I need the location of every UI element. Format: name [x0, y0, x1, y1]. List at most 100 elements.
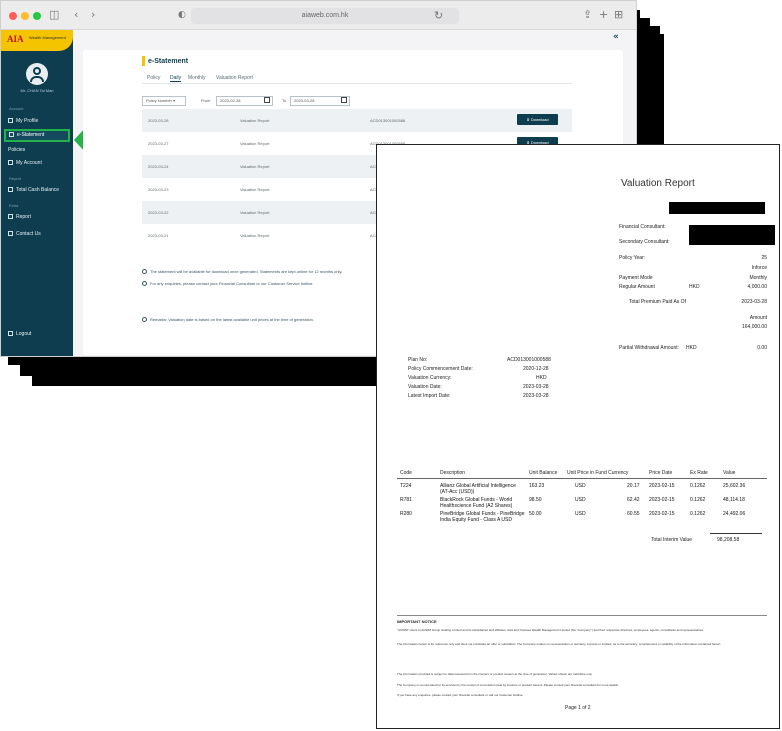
row-date: 2023-03-27 — [148, 141, 169, 146]
sidebar-item-label: Total Cash Balance — [16, 187, 60, 193]
policy-select[interactable]: Policy Number ▾ — [142, 96, 186, 106]
info-icon — [142, 317, 147, 323]
doc-payment-mode-label: Payment Mode — [619, 275, 653, 281]
collapse-icon[interactable]: « — [613, 32, 619, 42]
tab-valuation-report[interactable]: Valuation Report — [216, 75, 253, 81]
doc-plan-no-label: Plan No: — [408, 357, 428, 363]
logout-label: Logout — [16, 331, 32, 337]
user-name: Mr. CHAN Tai Man — [20, 88, 54, 93]
doc-consultant-label: Financial Consultant: — [619, 224, 666, 230]
policy-select-value: Policy Number — [146, 98, 173, 103]
back-arrow-icon[interactable]: ‹ — [74, 8, 78, 21]
sidebar-section-extra: Extra — [9, 203, 19, 208]
doc-commencement: 2020-12-28 — [523, 366, 549, 372]
page-number: Page 1 of 2 — [565, 705, 591, 711]
cell-code: R280 — [400, 511, 412, 517]
cell-value: 24,492.06 — [723, 511, 746, 517]
row-type: Valuation Report — [240, 233, 270, 238]
doc-payment-mode: Monthly — [749, 275, 767, 281]
zoom-window-button[interactable] — [33, 12, 41, 20]
account-icon — [8, 160, 13, 166]
to-date-value: 2023-03-28 — [294, 98, 315, 103]
row-date: 2023-03-22 — [148, 210, 169, 215]
cell-ccy: USD — [575, 483, 586, 489]
doc-withdrawal-value: 0.00 — [757, 345, 767, 351]
tab-policy[interactable]: Policy — [147, 75, 160, 81]
sidebar-icon[interactable]: ◫ — [49, 8, 59, 21]
row-type: Valuation Report — [240, 118, 270, 123]
sidebar-section-report: Report — [9, 176, 22, 181]
minimize-window-button[interactable] — [21, 12, 29, 20]
tab-monthly[interactable]: Monthly — [188, 75, 206, 81]
info-note-text: The statement will be available for down… — [150, 269, 343, 274]
info-icon — [142, 281, 147, 287]
sidebar-item-label: My Account — [16, 160, 42, 166]
cell-units: 163.23 — [529, 483, 545, 489]
table-header-value: Value — [723, 470, 736, 476]
brand-logo[interactable]: AIA — [7, 34, 24, 44]
doc-premium-value: 4,000.00 — [747, 284, 767, 290]
sidebar-item-policies[interactable]: Policies — [8, 147, 25, 153]
tabs-overview-icon[interactable]: ⊞ — [614, 8, 623, 21]
cell-price: 62.42 — [627, 497, 640, 503]
tab-daily[interactable]: Daily — [170, 75, 182, 82]
shield-icon: ◐ — [178, 10, 186, 20]
page-title: e-Statement — [148, 58, 189, 65]
doc-val-date-label: Valuation Date: — [408, 384, 442, 390]
cell-ccy: USD — [575, 511, 586, 517]
row-type: Valuation Report — [240, 210, 270, 215]
cell-date: 2023-02-15 — [649, 483, 675, 489]
sidebar-item-profile[interactable]: My Profile — [8, 118, 38, 124]
valuation-report-document: Valuation Report Financial Consultant: S… — [376, 144, 780, 729]
phone-icon — [8, 231, 13, 237]
avatar[interactable] — [26, 63, 48, 85]
download-button[interactable]: ⬇ Download — [517, 114, 558, 125]
doc-title: Valuation Report — [621, 178, 695, 189]
sidebar: AIA Wealth Management Mr. CHAN Tai Man A… — [1, 30, 73, 356]
doc-amount-value: 164,000.00 — [741, 324, 767, 330]
calendar-icon[interactable] — [341, 97, 347, 103]
cell-units: 98.50 — [529, 497, 542, 503]
redaction-block — [689, 225, 775, 245]
sidebar-item-report[interactable]: Report — [8, 214, 31, 220]
cell-desc: PineBridge Global Funds - PineBridge Ind… — [440, 511, 525, 523]
logout-icon — [8, 331, 13, 337]
doc-policy-year-label: Policy Year: — [619, 255, 646, 261]
close-window-button[interactable] — [9, 12, 17, 20]
cell-date: 2023-02-15 — [649, 511, 675, 517]
browser-toolbar: ◫ ‹ › ◐ aiaweb.com.hk ↻ ⇪ + ⊞ — [1, 1, 636, 30]
sidebar-item-my-account[interactable]: My Account — [8, 160, 42, 166]
info-icon — [142, 269, 147, 275]
sidebar-item-total-cash-balance[interactable]: Total Cash Balance — [8, 187, 59, 193]
cell-ccy: USD — [575, 497, 586, 503]
cell-code: T224 — [400, 483, 412, 489]
cell-value: 48,114.18 — [723, 497, 745, 503]
notice-divider — [397, 615, 767, 616]
brand-subtitle: Wealth Management — [29, 35, 66, 40]
logout-button[interactable]: Logout — [8, 331, 31, 337]
forward-arrow-icon[interactable]: › — [91, 8, 95, 21]
doc-total-value: 98,208.58 — [717, 537, 740, 543]
share-icon[interactable]: ⇪ — [583, 8, 592, 21]
url-bar[interactable]: aiaweb.com.hk — [191, 8, 459, 24]
profile-icon — [8, 118, 13, 124]
reload-icon[interactable]: ↻ — [434, 9, 443, 22]
cell-rate: 0.1262 — [690, 497, 706, 503]
doc-withdrawal-ccy: HKD — [686, 345, 697, 351]
doc-premium-ccy: HKD — [689, 284, 700, 290]
sidebar-item-label: My Profile — [16, 118, 39, 124]
cell-units: 50.00 — [529, 511, 542, 517]
cell-desc: BlackRock Global Funds - World Healthsci… — [440, 497, 513, 509]
new-tab-icon[interactable]: + — [599, 8, 608, 21]
calendar-icon[interactable] — [264, 97, 270, 103]
doc-val-date: 2023-03-28 — [523, 384, 549, 390]
sidebar-item-contact-us[interactable]: Contact Us — [8, 231, 41, 237]
doc-val-ccy-label: Valuation Currency: — [408, 375, 452, 381]
cell-code: R781 — [400, 497, 412, 503]
doc-premium-label: Regular Amount — [619, 284, 655, 290]
fine-print: The information herein is for reference … — [397, 642, 722, 646]
table-header-description: Description — [440, 470, 466, 476]
cell-desc: Allianz Global Artificial Intelligence (… — [440, 483, 516, 495]
table-header-price-date: Price Date — [649, 470, 673, 476]
info-note-text: Remarks: Valuation date is based on the … — [150, 317, 315, 322]
